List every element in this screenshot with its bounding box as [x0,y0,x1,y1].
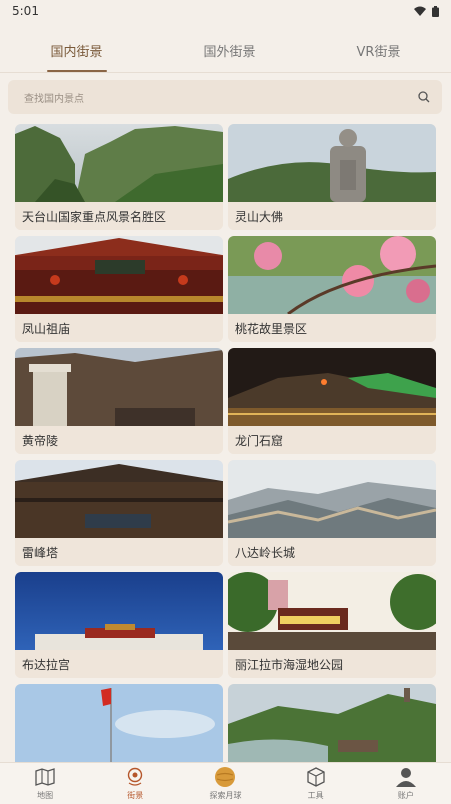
place-card-potala-palace[interactable]: 布达拉宫 [15,572,223,678]
place-photo [15,124,223,202]
nav-moon[interactable]: 探索月球 [190,766,260,801]
nav-moon-label[interactable]: 探索月球 [209,790,241,801]
place-label: 布达拉宫 [15,650,223,678]
place-label: 桃花故里景区 [228,314,436,342]
user-icon[interactable] [395,766,417,788]
map-icon[interactable] [34,766,56,788]
place-photo [15,572,223,650]
place-label: 雷峰塔 [15,538,223,566]
moon-icon[interactable] [214,766,236,788]
place-card-peach-blossom[interactable]: 桃花故里景区 [228,236,436,342]
search-bar[interactable]: 查找国内景点 [8,80,442,114]
scenic-spot-grid: 天台山国家重点风景名胜区 灵山大佛 凤山祖庙 桃花故里景区 黄帝陵 龙门石窟 雷… [15,124,436,762]
place-photo [228,684,436,762]
nav-streetview-label[interactable]: 街景 [127,790,143,801]
nav-streetview[interactable]: 街景 [100,766,170,801]
streetview-pin-icon[interactable] [124,766,146,788]
place-photo [15,236,223,314]
place-photo [228,236,436,314]
nav-map[interactable]: 地图 [10,766,80,801]
place-card-lijiang-wetland[interactable]: 丽江拉市海湿地公园 [228,572,436,678]
place-label: 天台山国家重点风景名胜区 [15,202,223,230]
nav-tools[interactable]: 工具 [281,766,351,801]
place-card-fengshan-temple[interactable]: 凤山祖庙 [15,236,223,342]
tab-vr[interactable]: VR街景 [357,30,401,72]
place-photo [15,348,223,426]
place-photo [228,348,436,426]
battery-icon [432,5,439,17]
place-card-longmen-grottoes[interactable]: 龙门石窟 [228,348,436,454]
place-label: 凤山祖庙 [15,314,223,342]
cube-icon[interactable] [305,766,327,788]
place-label: 八达岭长城 [228,538,436,566]
place-card-lingshan-buddha[interactable]: 灵山大佛 [228,124,436,230]
search-input[interactable]: 查找国内景点 [24,90,84,105]
place-photo [15,460,223,538]
tab-overseas[interactable]: 国外街景 [204,30,256,72]
place-photo [15,684,223,762]
place-label: 丽江拉市海湿地公园 [228,650,436,678]
place-card-tiantai-mountain[interactable]: 天台山国家重点风景名胜区 [15,124,223,230]
tab-domestic[interactable]: 国内街景 [46,30,107,72]
place-card-leifeng-pagoda[interactable]: 雷峰塔 [15,460,223,566]
place-label: 灵山大佛 [228,202,436,230]
place-card-river-hills[interactable] [228,684,436,762]
wifi-icon [414,6,426,16]
status-bar: 5:01 [0,0,451,22]
tab-bar: 国内街景 国外街景 VR街景 [0,30,451,72]
nav-account-label[interactable]: 账户 [398,790,414,801]
place-photo [228,460,436,538]
place-label: 黄帝陵 [15,426,223,454]
search-icon[interactable] [418,91,430,103]
nav-tools-label[interactable]: 工具 [308,790,324,801]
place-label: 龙门石窟 [228,426,436,454]
nav-map-label[interactable]: 地图 [37,790,53,801]
tab-divider [0,72,451,73]
place-photo [228,572,436,650]
bottom-nav: 地图 街景 探索月球 工具 账户 [0,762,451,804]
place-card-badaling-great-wall[interactable]: 八达岭长城 [228,460,436,566]
nav-account[interactable]: 账户 [371,766,441,801]
place-card-flag-sky[interactable] [15,684,223,762]
status-time: 5:01 [12,4,39,18]
status-icons [414,5,439,17]
place-photo [228,124,436,202]
place-card-huangdi-mausoleum[interactable]: 黄帝陵 [15,348,223,454]
